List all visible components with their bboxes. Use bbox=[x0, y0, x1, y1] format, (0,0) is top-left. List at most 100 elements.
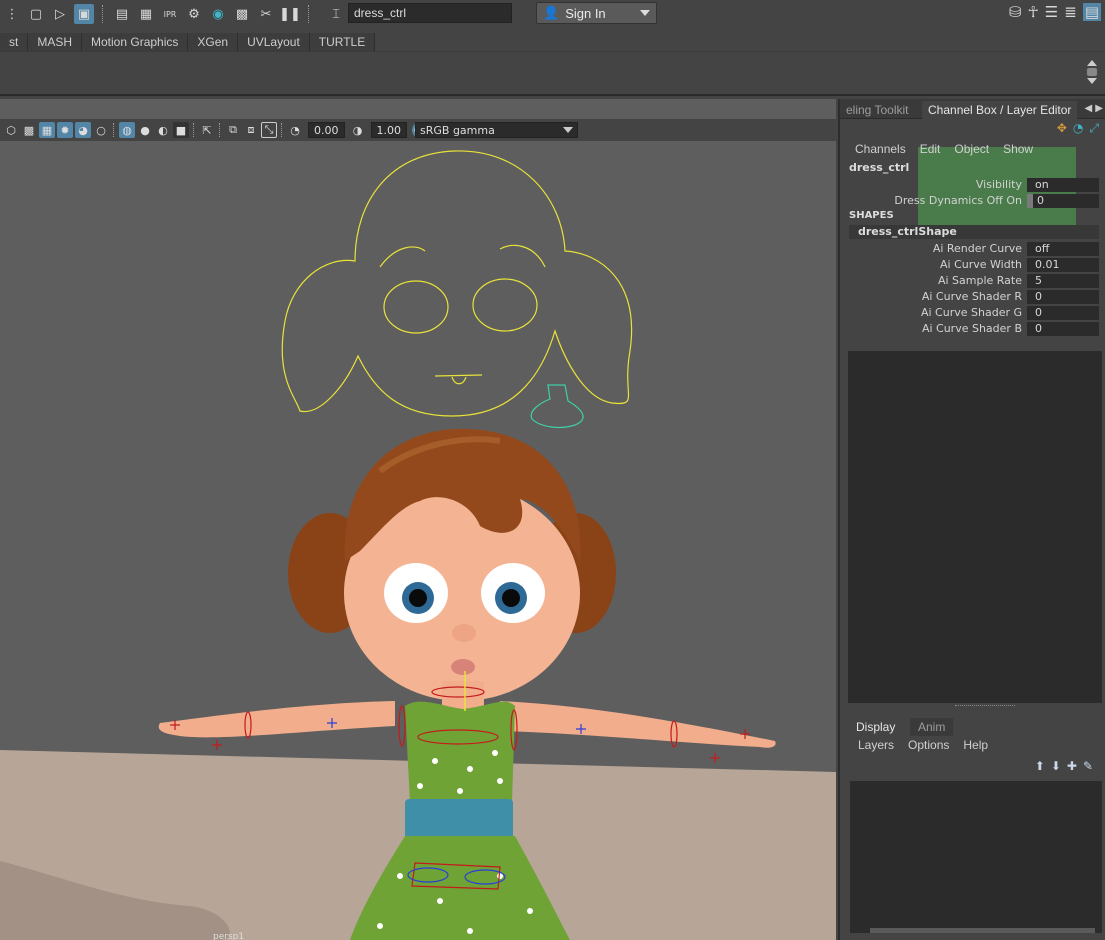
xray-icon[interactable]: ● bbox=[137, 122, 153, 138]
menu-show[interactable]: Show bbox=[996, 142, 1040, 156]
tab-modeling-toolkit[interactable]: eling Toolkit bbox=[840, 101, 914, 119]
screen-space-ao-icon[interactable]: ○ bbox=[93, 122, 109, 138]
render-icon[interactable]: ▦ bbox=[136, 4, 156, 24]
shape-attr-value[interactable]: 0 bbox=[1027, 290, 1099, 304]
shape-attr-value[interactable]: 5 bbox=[1027, 274, 1099, 288]
panel-splitter[interactable] bbox=[955, 705, 1015, 706]
layer-editor-tabs: Display Anim bbox=[848, 718, 1102, 736]
shape-attr-row[interactable]: Ai Curve Shader G bbox=[840, 306, 1022, 320]
tab-channel-box[interactable]: Channel Box / Layer Editor bbox=[922, 101, 1078, 119]
shape-attr-row[interactable]: Ai Curve Shader B bbox=[840, 322, 1022, 336]
resolution-gate-icon[interactable]: ⤡ bbox=[261, 122, 277, 138]
shape-attr-row[interactable]: Ai Render Curve bbox=[840, 242, 1022, 256]
render-setup-icon[interactable]: ▩ bbox=[232, 4, 252, 24]
shelf-tab-xgen[interactable]: XGen bbox=[188, 33, 239, 51]
chevron-down-icon bbox=[640, 10, 650, 16]
hyperbolic-icon[interactable]: ⤢ bbox=[1089, 121, 1099, 136]
channel-box-panel: eling Toolkit Channel Box / Layer Editor… bbox=[838, 99, 1105, 940]
attribute-editor-icon[interactable]: ☰ bbox=[1045, 3, 1058, 21]
scene-render[interactable] bbox=[0, 141, 836, 940]
menu-layers[interactable]: Layers bbox=[851, 738, 901, 752]
exposure-icon[interactable]: ◔ bbox=[287, 122, 303, 138]
hypershade-icon[interactable]: ◉ bbox=[208, 4, 228, 24]
manipulator-icon[interactable]: ✥ bbox=[1057, 121, 1067, 136]
xray-joints-icon[interactable]: ◐ bbox=[155, 122, 171, 138]
shape-attr-row[interactable]: Ai Curve Shader R bbox=[840, 290, 1022, 304]
menu-options[interactable]: Options bbox=[901, 738, 956, 752]
tab-scroll-arrows[interactable]: ◀ ▶ bbox=[1084, 103, 1103, 114]
shape-node-name[interactable]: dress_ctrlShape bbox=[849, 225, 1099, 239]
wireframe-icon[interactable]: ⬡ bbox=[3, 122, 19, 138]
channel-label: Dress Dynamics Off On bbox=[894, 194, 1022, 207]
modeling-toolkit-icon[interactable]: ⛁ bbox=[1009, 3, 1022, 21]
xray-active-icon[interactable]: ■ bbox=[173, 122, 189, 138]
separator bbox=[102, 5, 104, 23]
tab-anim[interactable]: Anim bbox=[910, 718, 954, 736]
horizontal-scrollbar[interactable] bbox=[870, 928, 1095, 933]
scroll-up-icon[interactable] bbox=[1087, 60, 1097, 66]
shelf-tab[interactable]: st bbox=[0, 33, 29, 51]
channel-row-visibility[interactable]: Visibility bbox=[840, 178, 1022, 192]
tab-display[interactable]: Display bbox=[848, 718, 904, 736]
channel-box-empty-area[interactable] bbox=[848, 351, 1102, 703]
shape-attr-value[interactable]: off bbox=[1027, 242, 1099, 256]
menu-help[interactable]: Help bbox=[956, 738, 995, 752]
render-settings-icon[interactable]: ⚙ bbox=[184, 4, 204, 24]
viewport-panel[interactable]: ⬡ ▩ ▦ ✹ ◕ ○ ◍ ● ◐ ■ ⇱ ⧉ ⧈ ⤡ ◔ 0.00 ◑ 1.0… bbox=[0, 99, 836, 940]
shelf-tab-uvlayout[interactable]: UVLayout bbox=[238, 33, 310, 51]
shape-attr-label: Ai Curve Shader R bbox=[921, 290, 1022, 303]
node-name[interactable]: dress_ctrl bbox=[849, 161, 909, 174]
shadows-icon[interactable]: ◕ bbox=[75, 122, 91, 138]
select-camera-icon[interactable]: ⇱ bbox=[199, 122, 215, 138]
menu-edit[interactable]: Edit bbox=[913, 142, 948, 156]
smooth-shade-icon[interactable]: ▩ bbox=[21, 122, 37, 138]
color-space-dropdown[interactable]: sRGB gamma bbox=[415, 122, 578, 138]
sign-in-button[interactable]: 👤 Sign In bbox=[536, 2, 657, 24]
isolate-select-icon[interactable]: ◍ bbox=[119, 122, 135, 138]
human-ik-icon[interactable]: ☥ bbox=[1028, 3, 1039, 21]
use-all-lights-icon[interactable]: ✹ bbox=[57, 122, 73, 138]
move-layer-up-icon[interactable]: ⬆ bbox=[1035, 759, 1045, 773]
channel-box-icons: ✥ ◔ ⤢ bbox=[1057, 121, 1099, 136]
gamma-icon[interactable]: ◑ bbox=[350, 122, 366, 138]
move-layer-down-icon[interactable]: ⬇ bbox=[1051, 759, 1061, 773]
menu-object[interactable]: Object bbox=[947, 142, 996, 156]
shelf-tab-mash[interactable]: MASH bbox=[28, 33, 83, 51]
channel-value-dress-dynamics[interactable]: 0 bbox=[1027, 194, 1099, 208]
shelf-tab-turtle[interactable]: TURTLE bbox=[309, 33, 376, 51]
new-layer-icon[interactable]: ✚ bbox=[1067, 759, 1077, 773]
light-editor-icon[interactable]: ✂ bbox=[256, 4, 276, 24]
render-view-icon[interactable]: ▤ bbox=[112, 4, 132, 24]
menu-channels[interactable]: Channels bbox=[848, 142, 913, 156]
speed-icon[interactable]: ◔ bbox=[1073, 121, 1083, 136]
save-scene-icon[interactable]: ▣ bbox=[74, 4, 94, 24]
textured-icon[interactable]: ▦ bbox=[39, 122, 55, 138]
backface-icon[interactable]: ⧈ bbox=[243, 122, 259, 138]
channel-box-icon[interactable]: ▤ bbox=[1082, 3, 1101, 21]
channel-row-dress-dynamics[interactable]: Dress Dynamics Off On bbox=[840, 194, 1022, 208]
shelf-menu-icon[interactable] bbox=[1087, 68, 1097, 76]
scroll-down-icon[interactable] bbox=[1087, 78, 1097, 84]
shelf-scroll[interactable] bbox=[1087, 58, 1097, 92]
ipr-render-icon[interactable]: IPR bbox=[160, 4, 180, 24]
shape-attr-value[interactable]: 0 bbox=[1027, 322, 1099, 336]
shape-attr-row[interactable]: Ai Curve Width bbox=[840, 258, 1022, 272]
name-field[interactable]: dress_ctrl bbox=[348, 3, 512, 23]
new-layer-selected-icon[interactable]: ✎ bbox=[1083, 759, 1093, 773]
shelf-tab-motion-graphics[interactable]: Motion Graphics bbox=[82, 33, 189, 51]
new-scene-icon[interactable]: ▢ bbox=[26, 4, 46, 24]
shape-attr-value[interactable]: 0.01 bbox=[1027, 258, 1099, 272]
input-field-icon[interactable]: ⌶ bbox=[326, 4, 346, 24]
open-scene-icon[interactable]: ▷ bbox=[50, 4, 70, 24]
tool-settings-icon[interactable]: ≣ bbox=[1064, 3, 1077, 21]
exposure-field[interactable]: 0.00 bbox=[308, 122, 345, 138]
menu-collapse-icon[interactable]: ⋮ bbox=[2, 4, 22, 24]
two-sided-lighting-icon[interactable]: ⧉ bbox=[225, 122, 241, 138]
pause-icon[interactable]: ❚❚ bbox=[279, 4, 301, 24]
shape-attr-value[interactable]: 0 bbox=[1027, 306, 1099, 320]
channel-value-visibility[interactable]: on bbox=[1027, 178, 1099, 192]
shapes-header: SHAPES bbox=[849, 210, 894, 221]
layer-list[interactable] bbox=[850, 781, 1102, 933]
shape-attr-row[interactable]: Ai Sample Rate bbox=[840, 274, 1022, 288]
gamma-field[interactable]: 1.00 bbox=[370, 122, 407, 138]
